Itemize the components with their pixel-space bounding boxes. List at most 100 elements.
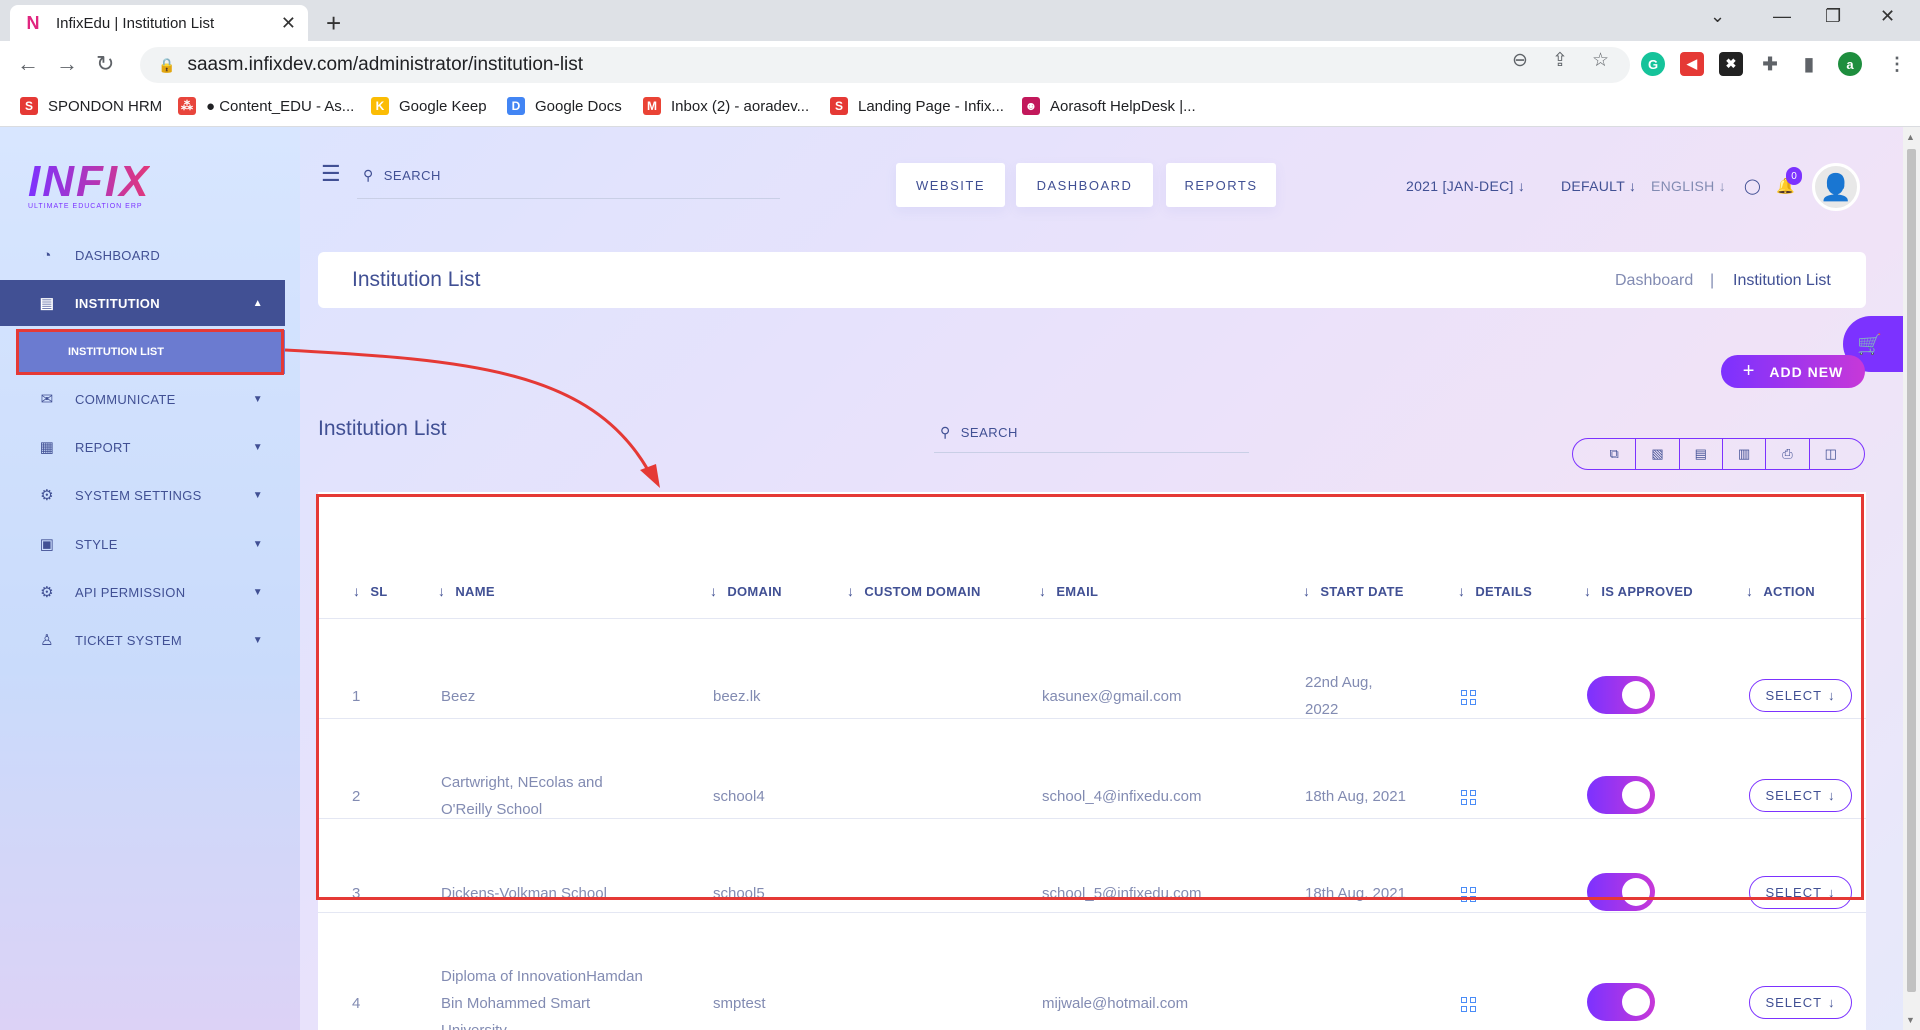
sidebar-item-api-permission[interactable]: ⚙ API PERMISSION ▼: [0, 568, 285, 616]
style-icon: ▣: [39, 536, 55, 553]
page-title: Institution List: [352, 268, 481, 291]
csv-icon[interactable]: ▤: [1678, 439, 1722, 469]
print-icon[interactable]: ⎙: [1765, 439, 1808, 469]
more-menu-icon[interactable]: ⋮: [1885, 52, 1909, 76]
sidebar-item-label: SYSTEM SETTINGS: [75, 487, 202, 503]
infix-logo[interactable]: INFIX ULTIMATE EDUCATION ERP: [28, 157, 150, 210]
session-label: 2021 [JAN-DEC]: [1406, 178, 1514, 194]
cat-extension-icon[interactable]: ✖: [1719, 52, 1743, 76]
grammarly-extension-icon[interactable]: G: [1641, 52, 1665, 76]
theme-select[interactable]: DEFAULT ↓: [1561, 178, 1636, 194]
notification-badge: 0: [1786, 167, 1802, 185]
helpdesk-icon: ☻: [1022, 97, 1040, 115]
bookmark-landing-page[interactable]: S Landing Page - Infix...: [830, 97, 1004, 115]
reload-icon[interactable]: ↻: [96, 51, 114, 77]
bookmark-google-docs[interactable]: D Google Docs: [507, 97, 622, 115]
bookmark-label: SPONDON HRM: [48, 97, 163, 115]
new-tab-icon[interactable]: +: [326, 8, 341, 39]
table-search-input[interactable]: ⚲ SEARCH: [934, 413, 1249, 453]
sidebar-item-label: INSTITUTION: [75, 295, 160, 311]
bookmark-content-edu[interactable]: ⁂ ● Content_EDU - As...: [178, 97, 354, 115]
whatsapp-icon[interactable]: ◯: [1744, 177, 1761, 195]
bookmark-aorasoft-helpdesk[interactable]: ☻ Aorasoft HelpDesk |...: [1022, 97, 1196, 115]
close-tab-icon[interactable]: ✕: [281, 13, 296, 34]
columns-icon[interactable]: ◫: [1808, 439, 1852, 469]
minimize-icon[interactable]: —: [1773, 6, 1791, 27]
session-select[interactable]: 2021 [JAN-DEC] ↓: [1406, 178, 1525, 194]
language-select[interactable]: ENGLISH ↓: [1651, 178, 1726, 194]
search-icon: ⚲: [363, 167, 374, 183]
sidebar-item-label: TICKET SYSTEM: [75, 632, 182, 648]
extensions-puzzle-icon[interactable]: ✚: [1758, 52, 1782, 76]
forward-icon[interactable]: →: [56, 51, 78, 77]
sidebar-item-style[interactable]: ▣ STYLE ▼: [0, 520, 285, 568]
bookmark-inbox[interactable]: M Inbox (2) - aoradev...: [643, 97, 809, 115]
pdf-icon[interactable]: ▥: [1721, 439, 1765, 469]
scroll-up-icon[interactable]: ▲: [1906, 132, 1915, 142]
address-bar[interactable]: 🔒 saasm.infixdev.com/administrator/insti…: [140, 47, 1630, 83]
copy-icon[interactable]: ⧉: [1593, 439, 1635, 469]
spondon-icon: S: [20, 97, 38, 115]
megaphone-extension-icon[interactable]: ◀: [1680, 52, 1704, 76]
caret-down-icon: ▼: [252, 489, 263, 501]
tab-search-icon[interactable]: ⌄: [1710, 6, 1725, 27]
api-icon: ⚙: [40, 584, 54, 601]
gauge-icon: ◔: [42, 246, 52, 264]
add-new-label: ADD NEW: [1769, 363, 1844, 380]
tab-title: InfixEdu | Institution List: [56, 14, 215, 32]
bookmark-label: Aorasoft HelpDesk |...: [1050, 97, 1196, 115]
theme-label: DEFAULT: [1561, 178, 1625, 194]
website-button[interactable]: WEBSITE: [896, 163, 1005, 207]
bookmark-google-keep[interactable]: K Google Keep: [371, 97, 487, 115]
breadcrumb-dashboard[interactable]: Dashboard: [1615, 272, 1693, 290]
sidebar-item-dashboard[interactable]: ◔ DASHBOARD: [0, 231, 285, 279]
asana-icon: ⁂: [178, 97, 196, 115]
page-title-card: Institution List Dashboard | Institution…: [318, 252, 1866, 308]
dashboard-button[interactable]: DASHBOARD: [1016, 163, 1153, 207]
sidebar-item-label: API PERMISSION: [75, 584, 186, 600]
scroll-thumb[interactable]: [1907, 149, 1916, 992]
profile-avatar[interactable]: a: [1838, 52, 1862, 76]
select-action-button[interactable]: SELECT ↓: [1749, 986, 1852, 1019]
zoom-icon[interactable]: ⊖: [1512, 49, 1528, 72]
bookmark-label: Google Docs: [535, 97, 622, 115]
logo-subtitle: ULTIMATE EDUCATION ERP: [28, 203, 143, 210]
search-icon: ⚲: [940, 424, 951, 440]
sidebar-item-communicate[interactable]: ✉ COMMUNICATE ▼: [0, 375, 285, 423]
bookmark-label: ● Content_EDU - As...: [206, 97, 355, 115]
settings-icon: ⚙: [40, 487, 54, 504]
browser-tab[interactable]: N InfixEdu | Institution List ✕: [10, 5, 308, 41]
sidebar-item-system-settings[interactable]: ⚙ SYSTEM SETTINGS ▼: [0, 471, 285, 519]
top-search-input[interactable]: ⚲ SEARCH: [357, 153, 780, 199]
restore-icon[interactable]: ❐: [1825, 6, 1841, 27]
excel-icon[interactable]: ▧: [1635, 439, 1678, 469]
sidebar-item-ticket-system[interactable]: ♙ TICKET SYSTEM ▼: [0, 616, 285, 664]
user-avatar[interactable]: 👤: [1812, 163, 1860, 211]
google-docs-icon: D: [507, 97, 525, 115]
bookmark-label: Landing Page - Infix...: [858, 97, 1004, 115]
side-panel-icon[interactable]: ▮: [1797, 52, 1821, 76]
window-close-icon[interactable]: ✕: [1880, 6, 1895, 27]
details-grid-icon[interactable]: [1461, 997, 1476, 1012]
cell-sl: 4: [352, 995, 361, 1012]
bookmark-star-icon[interactable]: ☆: [1592, 49, 1609, 72]
plus-icon: +: [1742, 360, 1756, 382]
sidebar-item-label: COMMUNICATE: [75, 391, 176, 407]
caret-down-icon: ▼: [252, 634, 263, 646]
back-icon[interactable]: ←: [17, 51, 39, 77]
approved-toggle[interactable]: [1587, 983, 1655, 1021]
reports-button[interactable]: REPORTS: [1166, 163, 1276, 207]
lock-icon[interactable]: 🔒: [158, 57, 175, 74]
page-scrollbar[interactable]: ▲ ▼: [1903, 127, 1920, 1030]
share-icon[interactable]: ⇪: [1552, 49, 1568, 72]
hamburger-menu-icon[interactable]: ☰: [321, 161, 341, 187]
gmail-icon: M: [643, 97, 661, 115]
scroll-down-icon[interactable]: ▼: [1906, 1015, 1915, 1025]
cell-name: Diploma of InnovationHamdan: [441, 968, 643, 985]
cell-email: mijwale@hotmail.com: [1042, 995, 1189, 1012]
sidebar-item-report[interactable]: ▦ REPORT ▼: [0, 423, 285, 471]
add-new-button[interactable]: + ADD NEW: [1721, 355, 1865, 388]
bookmark-spondon-hrm[interactable]: S SPONDON HRM: [20, 97, 162, 115]
browser-toolbar: ← → ↻ 🔒 saasm.infixdev.com/administrator…: [0, 41, 1920, 89]
sidebar-item-institution[interactable]: ▤ INSTITUTION ▲: [0, 280, 285, 326]
